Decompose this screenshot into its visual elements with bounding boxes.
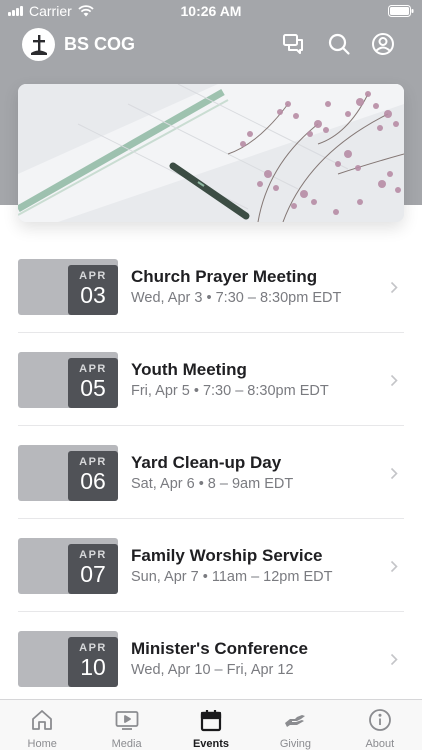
event-title: Family Worship Service	[131, 546, 323, 565]
tab-home[interactable]: Home	[0, 700, 84, 750]
events-list: APR 03 Church Prayer Meeting Wed, Apr 3 …	[18, 240, 404, 705]
battery-icon	[388, 5, 414, 17]
event-subtitle: Fri, Apr 5 • 7:30 – 8:30pm EDT	[131, 383, 329, 399]
hero-photo	[18, 84, 404, 222]
app-title: BS COG	[64, 34, 136, 54]
giving-icon	[285, 715, 306, 727]
tab-events[interactable]: Events	[169, 700, 253, 750]
chevron-right-icon	[390, 374, 398, 387]
tab-media[interactable]: Media	[84, 700, 168, 750]
chevron-right-icon	[390, 653, 398, 666]
nav-bar: BS COG	[0, 22, 422, 66]
event-day: 06	[80, 468, 106, 494]
event-month: APR	[79, 642, 107, 654]
event-row[interactable]: APR 07 Family Worship Service Sun, Apr 7…	[18, 519, 404, 612]
event-month: APR	[79, 549, 107, 561]
media-icon	[115, 711, 139, 730]
event-row[interactable]: APR 10 Minister's Conference Wed, Apr 10…	[18, 612, 404, 705]
event-day: 10	[80, 654, 106, 680]
event-day: 05	[80, 375, 106, 401]
church-logo-icon[interactable]	[22, 28, 55, 61]
event-subtitle: Sat, Apr 6 • 8 – 9am EDT	[131, 476, 294, 492]
event-title: Youth Meeting	[131, 360, 247, 379]
event-day: 07	[80, 561, 106, 587]
event-row[interactable]: APR 05 Youth Meeting Fri, Apr 5 • 7:30 –…	[18, 333, 404, 426]
chevron-right-icon	[390, 281, 398, 294]
tab-label: Events	[192, 738, 230, 750]
event-month: APR	[79, 270, 107, 282]
event-month: APR	[79, 363, 107, 375]
profile-icon[interactable]	[371, 32, 395, 56]
chat-icon[interactable]	[281, 32, 305, 56]
event-title: Church Prayer Meeting	[131, 267, 318, 286]
tab-giving[interactable]: Giving	[253, 700, 337, 750]
status-time: 10:26 AM	[180, 3, 242, 19]
event-month: APR	[79, 456, 107, 468]
tab-label: Home	[27, 738, 57, 750]
event-subtitle: Wed, Apr 10 – Fri, Apr 12	[131, 662, 294, 678]
date-badge: APR 05	[68, 358, 118, 408]
status-bar: Carrier 10:26 AM	[0, 0, 422, 22]
date-badge: APR 06	[68, 451, 118, 501]
event-row[interactable]: APR 06 Yard Clean-up Day Sat, Apr 6 • 8 …	[18, 426, 404, 519]
chevron-right-icon	[390, 560, 398, 573]
tab-about[interactable]: About	[338, 700, 422, 750]
tab-label: Media	[111, 738, 142, 750]
event-row[interactable]: APR 03 Church Prayer Meeting Wed, Apr 3 …	[18, 240, 404, 333]
event-day: 03	[80, 282, 106, 308]
tab-label: About	[365, 738, 395, 750]
event-subtitle: Sun, Apr 7 • 11am – 12pm EDT	[131, 569, 333, 585]
search-icon[interactable]	[327, 32, 351, 56]
date-badge: APR 07	[68, 544, 118, 594]
home-icon	[32, 710, 53, 730]
tab-label: Giving	[279, 738, 312, 750]
event-subtitle: Wed, Apr 3 • 7:30 – 8:30pm EDT	[131, 290, 342, 306]
event-title: Minister's Conference	[131, 639, 308, 658]
calendar-icon	[200, 710, 222, 732]
status-right	[388, 4, 414, 20]
chevron-right-icon	[390, 467, 398, 480]
date-badge: APR 10	[68, 637, 118, 687]
tab-bar: Home Media Events Giving About	[0, 699, 422, 750]
info-icon	[368, 709, 391, 731]
event-title: Yard Clean-up Day	[131, 453, 282, 472]
date-badge: APR 03	[68, 265, 118, 315]
hero-image[interactable]	[18, 84, 404, 222]
